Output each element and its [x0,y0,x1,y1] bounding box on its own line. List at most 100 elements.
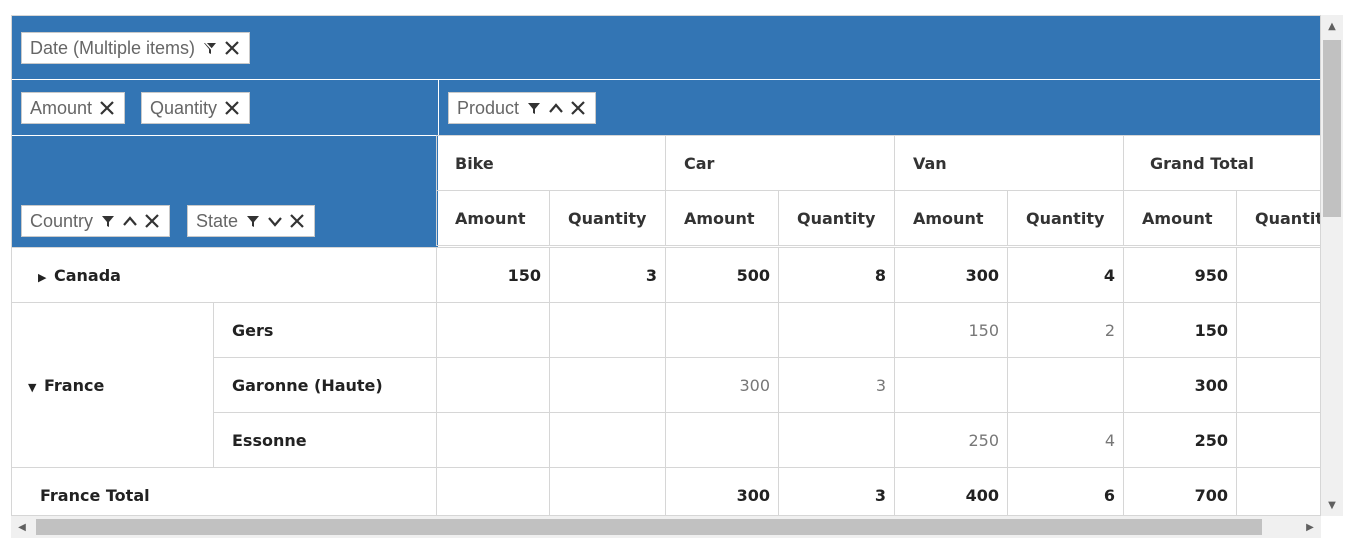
column-header-bike[interactable]: Bike [436,135,666,191]
pivot-grid: Date (Multiple items) Amount Quantity Pr… [11,15,1321,516]
close-icon[interactable] [567,97,589,119]
date-filter-chip[interactable]: Date (Multiple items) [21,32,251,64]
amount-chip-label: Amount [30,97,93,118]
filter-icon[interactable] [523,97,545,119]
row-header-state[interactable]: Garonne (Haute) [212,357,438,413]
row-header-state[interactable]: Essonne [212,412,438,468]
close-icon[interactable] [221,97,243,119]
value-cell[interactable] [1236,467,1320,515]
measure-header[interactable]: Amount [894,190,1008,246]
value-cell[interactable] [894,357,1009,413]
value-cell[interactable]: 150 [1123,302,1238,358]
filter-icon[interactable] [97,210,119,232]
vertical-scrollbar[interactable]: ▲ ▼ [1321,15,1343,516]
state-row-chip[interactable]: State [187,205,316,237]
close-icon[interactable] [221,37,243,59]
close-icon[interactable] [286,210,308,232]
table-row: ▶ Canada 150 3 500 8 300 4 950 [12,247,1320,303]
measure-header[interactable]: Amount [665,190,779,246]
row-header-state[interactable]: Gers [212,302,438,358]
value-cell[interactable] [778,302,896,358]
collapse-caret-icon[interactable]: ▼ [28,381,44,394]
horizontal-scroll-thumb[interactable] [36,519,1262,535]
value-cell[interactable]: 300 [665,357,780,413]
value-cell[interactable]: 6 [1007,467,1125,515]
value-cell[interactable] [1236,412,1320,468]
horizontal-scrollbar[interactable]: ◀ ▶ [11,516,1321,538]
row-label: France [44,375,105,395]
country-row-chip[interactable]: Country [21,205,171,237]
scroll-up-arrow-icon[interactable]: ▲ [1321,15,1343,37]
value-cell[interactable] [436,467,551,515]
quantity-value-chip[interactable]: Quantity [141,92,251,124]
value-cell[interactable]: 4 [1007,247,1125,303]
date-chip-label: Date (Multiple items) [30,37,196,58]
vertical-scroll-thumb[interactable] [1323,40,1341,217]
value-cell[interactable] [1236,247,1320,303]
chevron-down-icon[interactable] [264,210,286,232]
value-cell[interactable]: 500 [665,247,780,303]
measure-header[interactable]: Amount [1123,190,1238,246]
expand-caret-icon[interactable]: ▶ [38,271,54,284]
close-icon[interactable] [141,210,163,232]
value-cell[interactable]: 300 [1123,357,1238,413]
value-cell[interactable]: 950 [1123,247,1238,303]
value-cell[interactable]: 2 [1007,302,1125,358]
value-cell[interactable]: 3 [778,467,896,515]
pivot-body-table: ▶ Canada 150 3 500 8 300 4 950 ▼ France Ge… [12,247,1320,515]
chevron-up-icon[interactable] [545,97,567,119]
measure-header[interactable]: Quantity [549,190,666,246]
value-cell[interactable]: 3 [549,247,667,303]
scroll-left-arrow-icon[interactable]: ◀ [11,516,33,538]
value-cell[interactable]: 4 [1007,412,1125,468]
value-cell[interactable] [778,412,896,468]
column-header-grand-total[interactable]: Grand Total [1123,135,1320,191]
product-chip-label: Product [457,97,520,118]
measure-header[interactable]: Quantity [1236,190,1320,246]
measure-header[interactable]: Quantity [1006,190,1125,246]
measure-header[interactable]: Amount [436,190,550,246]
value-cell[interactable] [436,412,551,468]
value-cell[interactable]: 150 [894,302,1009,358]
country-chip-label: Country [30,210,94,231]
close-icon[interactable] [96,97,118,119]
table-row: France Total 300 3 400 6 700 [12,467,1320,515]
row-header-france-total[interactable]: France Total [12,467,438,515]
filter-icon[interactable] [242,210,264,232]
value-cell[interactable]: 300 [894,247,1009,303]
chevron-up-icon[interactable] [119,210,141,232]
value-cell[interactable] [549,412,667,468]
product-column-chip[interactable]: Product [448,92,597,124]
value-cell[interactable]: 250 [1123,412,1238,468]
value-cell[interactable]: 150 [436,247,551,303]
filter-cleared-icon[interactable] [199,37,221,59]
value-cell[interactable] [549,357,667,413]
state-chip-label: State [196,210,239,231]
value-cell[interactable] [1236,357,1320,413]
value-cell[interactable] [665,412,780,468]
value-cell[interactable]: 700 [1123,467,1238,515]
column-header-van[interactable]: Van [893,135,1125,191]
value-cell[interactable]: 250 [894,412,1009,468]
value-cell[interactable] [1007,357,1125,413]
value-cell[interactable] [1236,302,1320,358]
scroll-down-arrow-icon[interactable]: ▼ [1321,494,1343,516]
value-cell[interactable]: 8 [778,247,896,303]
value-cell[interactable] [665,302,780,358]
column-header-table: Bike Car Van Grand Total Amount Quantity… [436,135,1320,246]
quantity-chip-label: Quantity [150,97,218,118]
column-header-car[interactable]: Car [665,135,895,191]
row-header-canada[interactable]: ▶ Canada [12,247,438,303]
scroll-right-arrow-icon[interactable]: ▶ [1299,516,1321,538]
value-cell[interactable]: 400 [894,467,1009,515]
row-label: Canada [54,265,121,285]
amount-value-chip[interactable]: Amount [21,92,126,124]
value-cell[interactable] [549,302,667,358]
value-cell[interactable] [549,467,667,515]
value-cell[interactable] [436,357,551,413]
row-header-france[interactable]: ▼ France [12,302,214,468]
measure-header[interactable]: Quantity [778,190,895,246]
value-cell[interactable]: 3 [778,357,896,413]
value-cell[interactable] [436,302,551,358]
value-cell[interactable]: 300 [665,467,780,515]
